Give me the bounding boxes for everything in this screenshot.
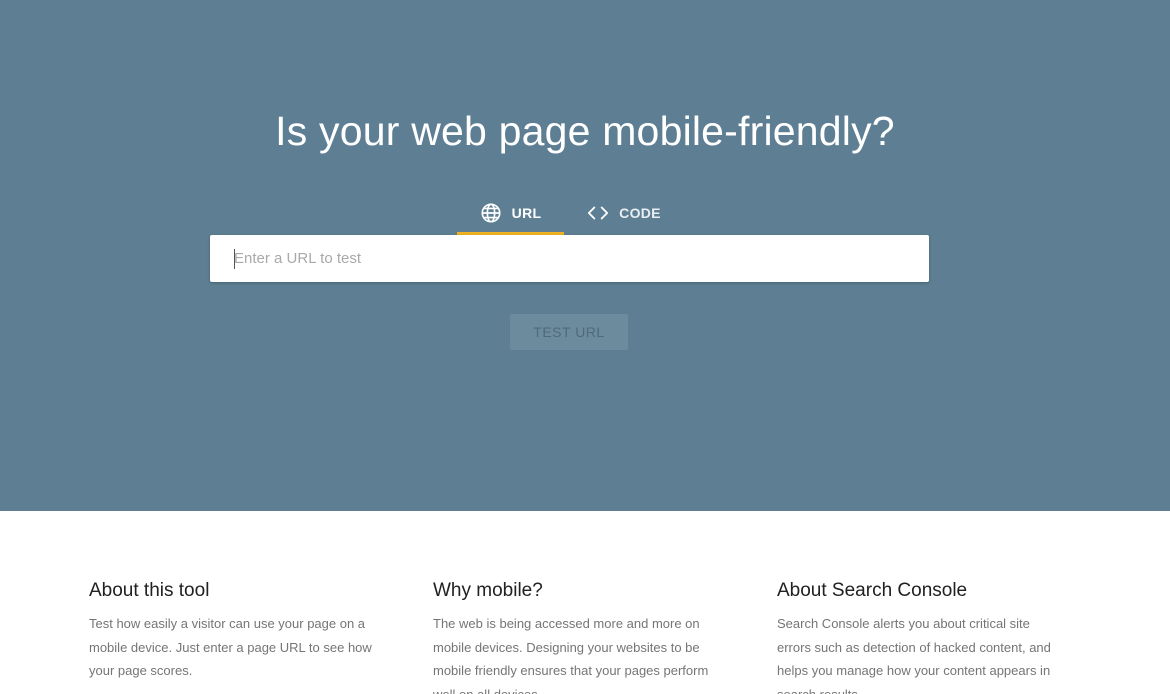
about-tool-heading: About this tool <box>89 580 210 601</box>
about-search-console-section: About Search Console Search Console aler… <box>777 580 1067 694</box>
text-cursor <box>234 249 235 269</box>
page-title: Is your web page mobile-friendly? <box>275 108 895 154</box>
tab-url-label: URL <box>511 204 542 221</box>
hero-section: Is your web page mobile-friendly? URL CO… <box>0 0 1170 511</box>
about-tool-section: About this tool Test how easily a visito… <box>89 580 379 683</box>
tab-code[interactable]: CODE <box>564 190 684 235</box>
tab-code-label: CODE <box>619 204 661 221</box>
why-mobile-section: Why mobile? The web is being accessed mo… <box>433 580 723 694</box>
why-mobile-heading: Why mobile? <box>433 580 543 601</box>
about-tool-text: Test how easily a visitor can use your p… <box>89 616 372 678</box>
url-input[interactable] <box>210 235 929 282</box>
about-search-console-heading: About Search Console <box>777 580 968 601</box>
about-search-console-text: Search Console alerts you about critical… <box>777 616 1051 694</box>
url-input-container <box>210 235 929 282</box>
code-brackets-icon <box>587 202 609 224</box>
input-mode-tabs: URL CODE <box>457 190 684 235</box>
globe-icon <box>480 202 502 224</box>
tab-url[interactable]: URL <box>457 190 564 235</box>
why-mobile-text: The web is being accessed more and more … <box>433 616 709 694</box>
test-url-button[interactable]: TEST URL <box>510 314 628 350</box>
